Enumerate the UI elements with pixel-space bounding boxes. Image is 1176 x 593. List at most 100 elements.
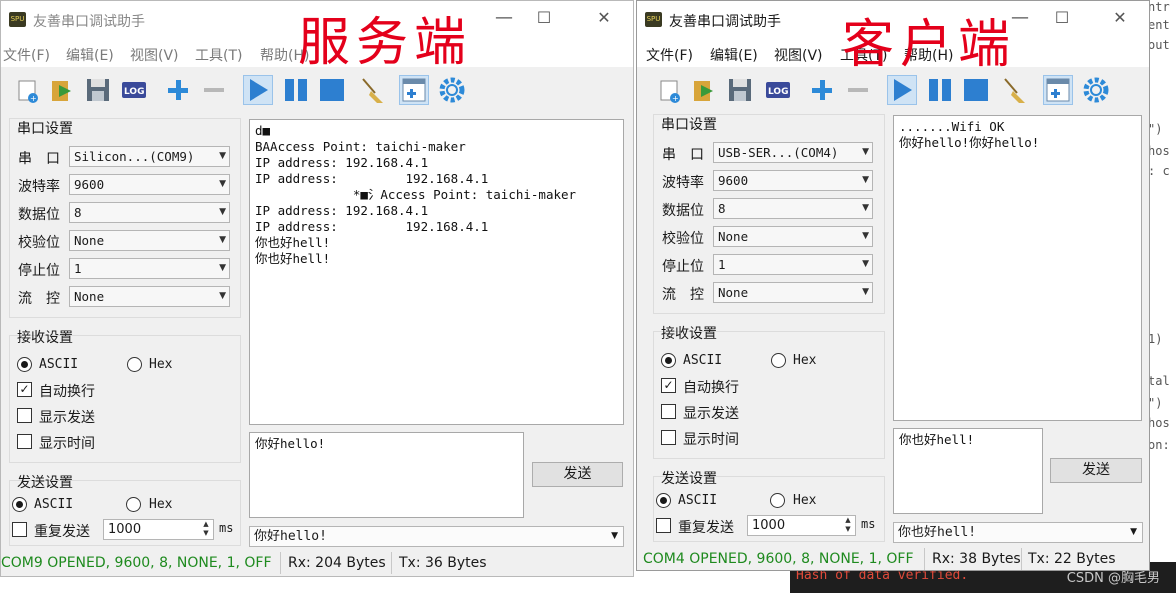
show-time-checkbox[interactable]	[661, 430, 676, 445]
recv-ascii-radio[interactable]	[661, 353, 676, 368]
repeat-send-checkbox[interactable]	[656, 518, 671, 533]
menu-view[interactable]: 视图(V)	[774, 45, 823, 65]
rx-count: Rx: 38 Bytes	[932, 551, 1021, 567]
settings-gear-icon[interactable]	[1081, 75, 1111, 105]
databits-select[interactable]: 8 ▼	[69, 202, 230, 223]
interval-input[interactable]: 1000 ▲ ▼	[103, 519, 214, 540]
baud-label: 波特率	[662, 175, 704, 191]
send-input[interactable]: 你也好hell!	[893, 428, 1043, 514]
port-label: 串 口	[18, 151, 60, 167]
recv-hex-radio[interactable]	[771, 353, 786, 368]
flow-select[interactable]: None ▼	[69, 286, 230, 307]
port-select[interactable]: Silicon...(COM9) ▼	[69, 146, 230, 167]
remove-icon[interactable]	[843, 75, 873, 105]
spinner-arrows-icon[interactable]: ▲ ▼	[842, 516, 854, 534]
stopbits-select[interactable]: 1 ▼	[69, 258, 230, 279]
autowrap-label: 自动换行	[39, 384, 95, 400]
show-send-checkbox[interactable]	[661, 404, 676, 419]
send-ascii-label: ASCII	[678, 493, 718, 508]
open-folder-icon[interactable]	[689, 75, 719, 105]
recv-ascii-label: ASCII	[683, 353, 723, 368]
autowrap-checkbox[interactable]: ✓	[661, 378, 676, 393]
stop-icon[interactable]	[317, 75, 347, 105]
spinner-arrows-icon[interactable]: ▲ ▼	[200, 520, 212, 538]
menu-view[interactable]: 视图(V)	[130, 45, 179, 65]
parity-select[interactable]: None ▼	[713, 226, 873, 247]
play-icon[interactable]	[887, 75, 917, 105]
pause-icon[interactable]	[925, 75, 955, 105]
tx-count: Tx: 22 Bytes	[1028, 551, 1116, 567]
interval-unit: ms	[219, 521, 234, 535]
add-icon[interactable]	[163, 75, 193, 105]
recv-ascii-radio[interactable]	[17, 357, 32, 372]
send-hex-radio[interactable]	[770, 493, 785, 508]
settings-gear-icon[interactable]	[437, 75, 467, 105]
recv-hex-radio[interactable]	[127, 357, 142, 372]
svg-text:+: +	[672, 94, 679, 103]
menu-tools[interactable]: 工具(T)	[195, 45, 242, 65]
menu-edit[interactable]: 编辑(E)	[66, 45, 114, 65]
send-input[interactable]: 你好hello!	[249, 432, 524, 518]
receive-line: IP address: 192.168.4.1	[255, 171, 489, 186]
clear-broom-icon[interactable]	[999, 75, 1029, 105]
stop-icon[interactable]	[961, 75, 991, 105]
window-layout-icon[interactable]	[1043, 75, 1073, 105]
add-icon[interactable]	[807, 75, 837, 105]
send-history-select[interactable]: 你也好hell! ▼	[893, 522, 1143, 543]
chevron-down-icon: ▼	[1130, 527, 1137, 537]
new-file-icon[interactable]: +	[13, 75, 43, 105]
clear-broom-icon[interactable]	[357, 75, 387, 105]
close-button[interactable]: ✕	[593, 7, 615, 29]
client-annotation: 客户端	[842, 15, 1017, 75]
chevron-down-icon: ▼	[611, 531, 618, 541]
parity-label: 校验位	[18, 235, 60, 251]
close-button[interactable]: ✕	[1109, 7, 1131, 29]
open-folder-icon[interactable]	[47, 75, 77, 105]
server-window: SPU 友善串口调试助手 — ☐ ✕ 文件(F) 编辑(E) 视图(V) 工具(…	[0, 0, 634, 577]
flow-label: 流 控	[662, 287, 704, 303]
send-ascii-label: ASCII	[34, 497, 74, 512]
send-hex-label: Hex	[793, 493, 817, 508]
menu-file[interactable]: 文件(F)	[3, 45, 50, 65]
pause-icon[interactable]	[281, 75, 311, 105]
client-window: SPU 友善串口调试助手 — ☐ ✕ 文件(F) 编辑(E) 视图(V) 工具(…	[636, 0, 1150, 571]
new-file-icon[interactable]: +	[655, 75, 685, 105]
parity-select[interactable]: None ▼	[69, 230, 230, 251]
interval-input[interactable]: 1000 ▲ ▼	[747, 515, 856, 536]
menu-file[interactable]: 文件(F)	[646, 45, 693, 65]
send-ascii-radio[interactable]	[12, 497, 27, 512]
databits-label: 数据位	[662, 203, 704, 219]
stopbits-select[interactable]: 1 ▼	[713, 254, 873, 275]
save-icon[interactable]	[83, 75, 113, 105]
minimize-button[interactable]: —	[493, 7, 515, 29]
play-icon[interactable]	[243, 75, 273, 105]
baud-select[interactable]: 9600 ▼	[69, 174, 230, 195]
receive-line: IP address: 192.168.4.1	[255, 219, 489, 234]
serial-settings-title: 串口设置	[661, 117, 717, 133]
autowrap-checkbox[interactable]: ✓	[17, 382, 32, 397]
repeat-send-checkbox[interactable]	[12, 522, 27, 537]
send-hex-radio[interactable]	[126, 497, 141, 512]
send-ascii-radio[interactable]	[656, 493, 671, 508]
send-button[interactable]: 发送	[1050, 458, 1142, 483]
baud-select[interactable]: 9600 ▼	[713, 170, 873, 191]
show-send-checkbox[interactable]	[17, 408, 32, 423]
stopbits-label: 停止位	[662, 259, 704, 275]
remove-icon[interactable]	[199, 75, 229, 105]
log-icon[interactable]: LOG	[763, 75, 793, 105]
save-icon[interactable]	[725, 75, 755, 105]
receive-area[interactable]: d■ BAAccess Point: taichi-maker IP address…	[249, 119, 624, 425]
port-status: COM4 OPENED, 9600, 8, NONE, 1, OFF	[643, 551, 914, 567]
databits-select[interactable]: 8 ▼	[713, 198, 873, 219]
menu-edit[interactable]: 编辑(E)	[710, 45, 758, 65]
port-select[interactable]: USB-SER...(COM4) ▼	[713, 142, 873, 163]
send-button[interactable]: 发送	[532, 462, 623, 487]
window-layout-icon[interactable]	[399, 75, 429, 105]
maximize-button[interactable]: ☐	[1051, 7, 1073, 29]
flow-select[interactable]: None ▼	[713, 282, 873, 303]
show-time-checkbox[interactable]	[17, 434, 32, 449]
send-history-select[interactable]: 你好hello! ▼	[249, 526, 624, 547]
maximize-button[interactable]: ☐	[533, 7, 555, 29]
receive-area[interactable]: .......Wifi OK 你好hello!你好hello!	[893, 115, 1142, 421]
log-icon[interactable]: LOG	[119, 75, 149, 105]
